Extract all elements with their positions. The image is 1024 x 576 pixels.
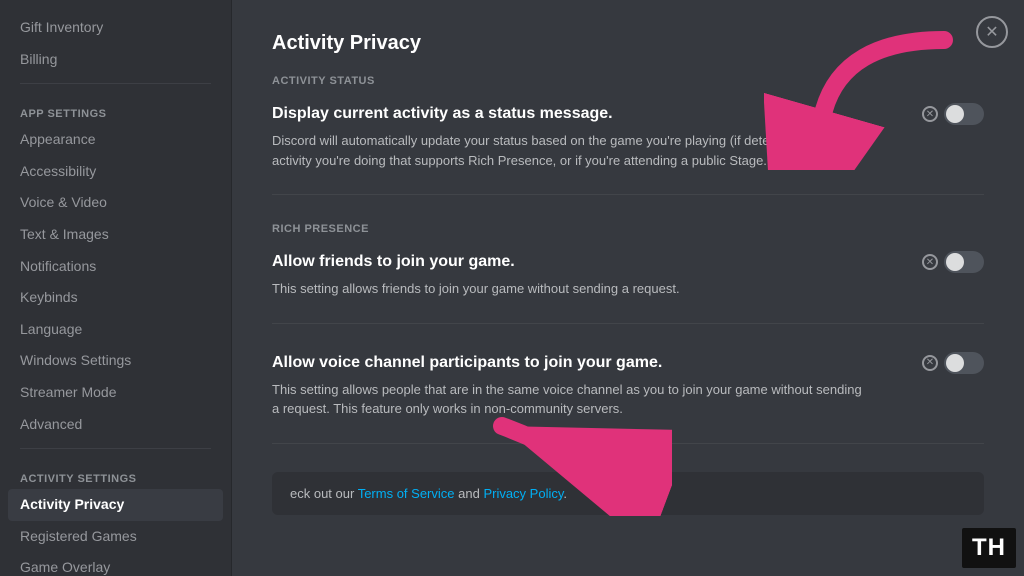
activity-status-label: ACTIVITY STATUS — [272, 75, 984, 87]
sidebar-item-keybinds[interactable]: Keybinds — [8, 282, 223, 314]
toggle-container-1: ✕ — [922, 103, 984, 125]
page-title: Activity Privacy — [272, 32, 984, 55]
setting-title-2: Allow friends to join your game. — [272, 253, 515, 271]
toggle-x-icon-3[interactable]: ✕ — [922, 355, 938, 371]
setting-description-1: Discord will automatically update your s… — [272, 131, 872, 170]
sidebar-item-game-overlay[interactable]: Game Overlay — [8, 552, 223, 576]
rich-presence-label: RICH PRESENCE — [272, 223, 984, 235]
sidebar: Gift Inventory Billing APP SETTINGS Appe… — [0, 0, 232, 576]
setting-row-display-activity: Display current activity as a status mes… — [272, 103, 984, 195]
main-content: ✕ Activity Privacy ACTIVITY STATUS Displ… — [232, 0, 1024, 576]
toggle-1[interactable] — [944, 103, 984, 125]
setting-description-3: This setting allows people that are in t… — [272, 380, 872, 419]
toggle-thumb-3 — [946, 354, 964, 372]
footer-text-after: . — [563, 486, 567, 501]
setting-description-2: This setting allows friends to join your… — [272, 279, 872, 299]
setting-title-3: Allow voice channel participants to join… — [272, 354, 662, 372]
setting-header-1: Display current activity as a status mes… — [272, 103, 984, 125]
sidebar-divider-1 — [20, 83, 211, 84]
toggle-2[interactable] — [944, 251, 984, 273]
sidebar-item-registered-games[interactable]: Registered Games — [8, 521, 223, 553]
activity-settings-label: ACTIVITY SETTINGS — [8, 457, 223, 489]
sidebar-item-windows-settings[interactable]: Windows Settings — [8, 345, 223, 377]
toggle-container-2: ✕ — [922, 251, 984, 273]
sidebar-item-language[interactable]: Language — [8, 314, 223, 346]
sidebar-item-streamer-mode[interactable]: Streamer Mode — [8, 377, 223, 409]
setting-row-allow-friends: Allow friends to join your game. ✕ This … — [272, 251, 984, 324]
toggle-x-icon-1[interactable]: ✕ — [922, 106, 938, 122]
close-button[interactable]: ✕ — [976, 16, 1008, 48]
sidebar-item-activity-privacy[interactable]: Activity Privacy — [8, 489, 223, 521]
footer-text-before: eck out our — [290, 486, 358, 501]
sidebar-item-notifications[interactable]: Notifications — [8, 251, 223, 283]
footer-notice: eck out our Terms of Service and Privacy… — [272, 472, 984, 515]
setting-row-allow-voice: Allow voice channel participants to join… — [272, 352, 984, 444]
sidebar-item-billing[interactable]: Billing — [8, 44, 223, 76]
sidebar-item-accessibility[interactable]: Accessibility — [8, 156, 223, 188]
toggle-container-3: ✕ — [922, 352, 984, 374]
sidebar-divider-2 — [20, 448, 211, 449]
footer-middle-text: and — [455, 486, 484, 501]
toggle-thumb-1 — [946, 105, 964, 123]
sidebar-item-voice-video[interactable]: Voice & Video — [8, 187, 223, 219]
toggle-3[interactable] — [944, 352, 984, 374]
setting-header-2: Allow friends to join your game. ✕ — [272, 251, 984, 273]
sidebar-item-gift-inventory[interactable]: Gift Inventory — [8, 12, 223, 44]
watermark: TH — [962, 528, 1016, 568]
toggle-thumb-2 — [946, 253, 964, 271]
sidebar-item-text-images[interactable]: Text & Images — [8, 219, 223, 251]
terms-of-service-link[interactable]: Terms of Service — [358, 486, 455, 501]
app-settings-label: APP SETTINGS — [8, 92, 223, 124]
setting-title-1: Display current activity as a status mes… — [272, 105, 613, 123]
setting-header-3: Allow voice channel participants to join… — [272, 352, 984, 374]
sidebar-item-advanced[interactable]: Advanced — [8, 409, 223, 441]
toggle-x-icon-2[interactable]: ✕ — [922, 254, 938, 270]
sidebar-item-appearance[interactable]: Appearance — [8, 124, 223, 156]
privacy-policy-link[interactable]: Privacy Policy — [483, 486, 563, 501]
